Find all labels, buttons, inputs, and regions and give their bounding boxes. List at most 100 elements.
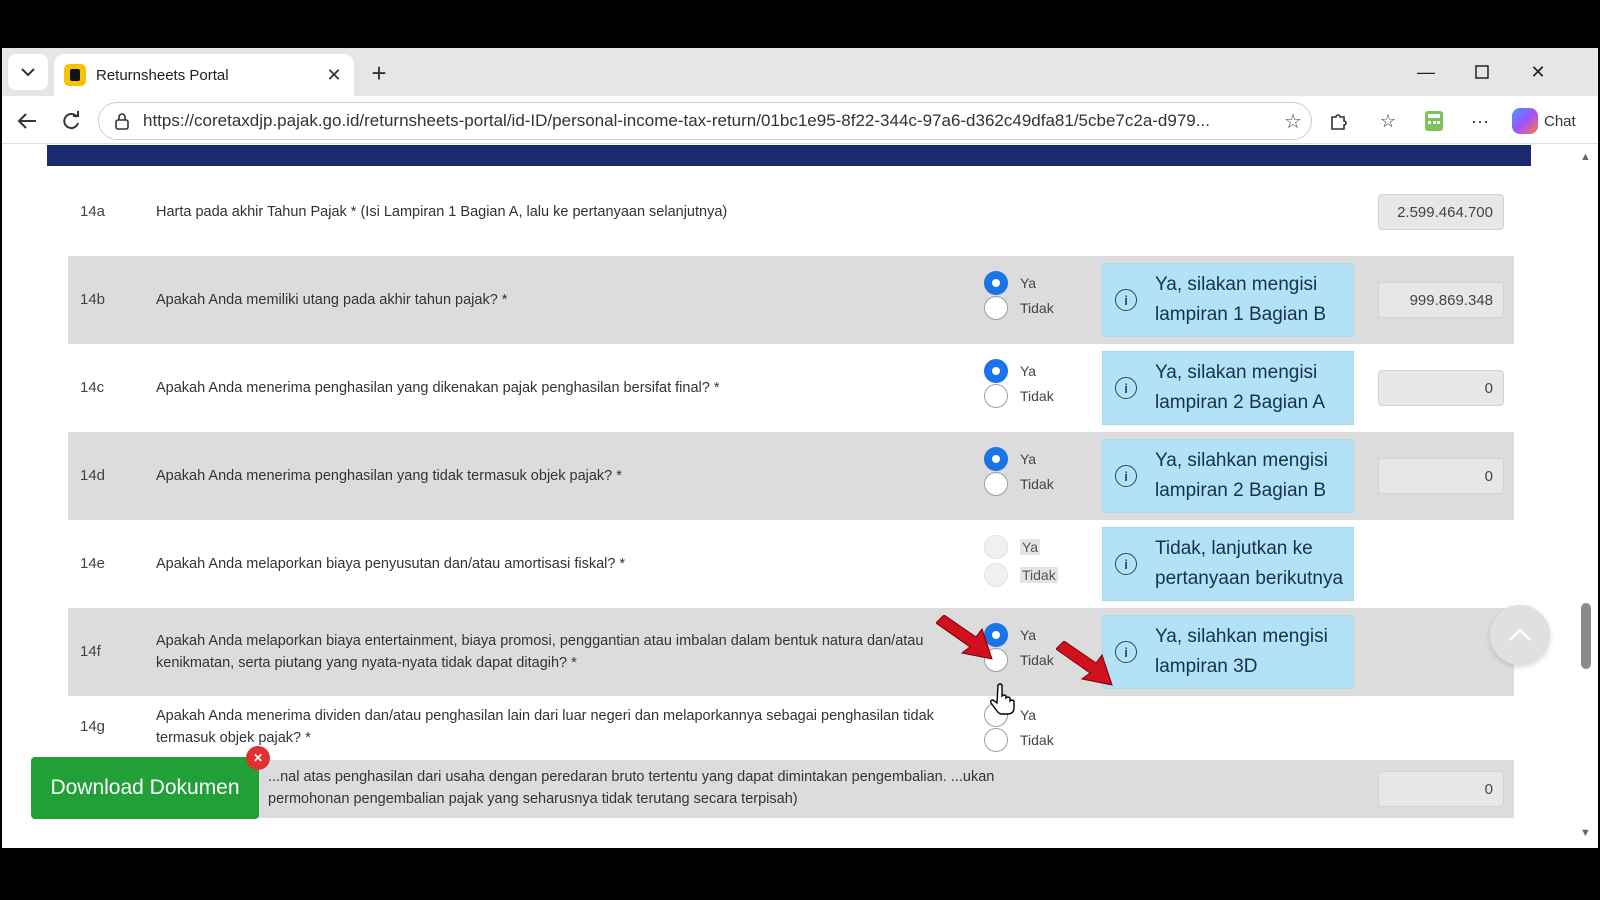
- radio-yes-label: Ya: [1020, 362, 1037, 379]
- info-icon: i: [1115, 641, 1137, 663]
- radio-yes[interactable]: [984, 358, 1008, 383]
- row-question: Apakah Anda menerima penghasilan yang ti…: [156, 468, 622, 484]
- more-menu-icon[interactable]: ···: [1464, 106, 1496, 136]
- browser-tab[interactable]: Returnsheets Portal ✕: [54, 54, 354, 96]
- form-row-14b: 14b Apakah Anda memiliki utang pada akhi…: [68, 256, 1514, 344]
- row-number: 14d: [80, 467, 106, 484]
- favorite-star-icon[interactable]: ☆: [1275, 106, 1311, 136]
- amount-field[interactable]: 999.869.348: [1378, 282, 1504, 318]
- radio-no-label: Tidak: [1020, 651, 1054, 668]
- radio-no[interactable]: [984, 727, 1008, 752]
- row-question: Apakah Anda melaporkan biaya entertainme…: [156, 633, 924, 671]
- yes-no-radio-group: Ya Tidak: [984, 446, 1094, 496]
- amount-field[interactable]: 0: [1378, 458, 1504, 494]
- favorites-icon[interactable]: ☆: [1372, 106, 1404, 136]
- row-question: ...nal atas penghasilan dari usaha denga…: [268, 769, 995, 807]
- radio-yes[interactable]: [984, 534, 1008, 559]
- radio-yes-label: Ya: [1020, 450, 1037, 467]
- close-icon[interactable]: ✕: [246, 746, 270, 770]
- maximize-button[interactable]: [1454, 54, 1510, 90]
- scroll-up-arrow-icon[interactable]: ▲: [1580, 151, 1591, 163]
- copilot-chat-button[interactable]: Chat: [1512, 104, 1592, 138]
- info-text: Ya, silakan mengisi lampiran 1 Bagian B: [1155, 274, 1327, 325]
- row-number: 14f: [80, 643, 101, 660]
- radio-yes[interactable]: [984, 270, 1008, 295]
- radio-yes[interactable]: [984, 446, 1008, 471]
- url-text[interactable]: https://coretaxdjp.pajak.go.id/returnshe…: [143, 111, 1275, 131]
- tab-list-button[interactable]: [8, 54, 48, 90]
- radio-no-label: Tidak: [1020, 566, 1058, 583]
- page-viewport: 14a Harta pada akhir Tahun Pajak * (Isi …: [2, 145, 1598, 848]
- yes-no-radio-group: Ya Tidak: [984, 534, 1094, 587]
- lock-icon[interactable]: [111, 110, 133, 132]
- info-box: i Ya, silakan mengisi lampiran 1 Bagian …: [1102, 263, 1354, 337]
- tab-title: Returnsheets Portal: [96, 66, 229, 84]
- yes-no-radio-group: Ya Tidak: [984, 358, 1094, 408]
- row-number: 14b: [80, 291, 106, 308]
- radio-no-label: Tidak: [1020, 731, 1054, 748]
- info-text: Ya, silakan mengisi lampiran 2 Bagian A: [1155, 362, 1326, 413]
- minimize-button[interactable]: —: [1398, 54, 1454, 90]
- back-button[interactable]: [10, 104, 44, 138]
- yes-no-radio-group: Ya Tidak: [984, 270, 1094, 320]
- back-arrow-icon: [17, 113, 36, 129]
- form-row-14f: 14f Apakah Anda melaporkan biaya enterta…: [68, 608, 1514, 696]
- red-annotation-arrow-icon: [1056, 641, 1113, 686]
- radio-no[interactable]: [984, 562, 1008, 587]
- radio-no[interactable]: [984, 295, 1008, 320]
- info-icon: i: [1115, 289, 1137, 311]
- chevron-down-icon: [21, 68, 35, 77]
- scroll-down-arrow-icon[interactable]: ▼: [1580, 827, 1591, 839]
- amount-field[interactable]: 0: [1378, 370, 1504, 406]
- radio-no[interactable]: [984, 383, 1008, 408]
- radio-no-label: Tidak: [1020, 387, 1054, 404]
- row-number: 14a: [80, 203, 106, 220]
- site-favicon-icon: [64, 64, 86, 86]
- info-icon: i: [1115, 465, 1137, 487]
- scroll-thumb[interactable]: [1581, 603, 1591, 669]
- info-icon: i: [1115, 377, 1137, 399]
- radio-no-label: Tidak: [1020, 299, 1054, 316]
- info-box: i Ya, silakan mengisi lampiran 2 Bagian …: [1102, 351, 1354, 425]
- page-scrollbar[interactable]: ▲ ▼: [1572, 145, 1598, 848]
- close-window-button[interactable]: ✕: [1510, 54, 1566, 90]
- hand-cursor-icon: [990, 683, 1015, 715]
- tab-strip: Returnsheets Portal ✕ + — ✕: [2, 48, 1598, 96]
- scroll-to-top-button[interactable]: [1490, 605, 1550, 665]
- radio-no-label: Tidak: [1020, 475, 1054, 492]
- form-row-14d: 14d Apakah Anda menerima penghasilan yan…: [68, 432, 1514, 520]
- screen-frame: Returnsheets Portal ✕ + — ✕ https://core…: [0, 0, 1600, 900]
- info-box: i Ya, silahkan mengisi lampiran 3D: [1102, 615, 1354, 689]
- amount-field[interactable]: 2.599.464.700: [1378, 194, 1504, 230]
- download-document-button[interactable]: Download Dokumen: [31, 757, 259, 819]
- amount-field[interactable]: 0: [1378, 771, 1504, 807]
- red-annotation-arrow-icon: [936, 615, 993, 660]
- form-row-14c: 14c Apakah Anda menerima penghasilan yan…: [68, 344, 1514, 432]
- reload-button[interactable]: [54, 104, 88, 138]
- info-box: i Tidak, lanjutkan ke pertanyaan berikut…: [1102, 527, 1354, 601]
- chat-label: Chat: [1544, 112, 1576, 130]
- chevron-up-icon: [1509, 628, 1531, 641]
- copilot-icon: [1512, 108, 1538, 134]
- header-band: [47, 145, 1531, 166]
- extensions-icon[interactable]: [1322, 106, 1354, 136]
- form-row-14a: 14a Harta pada akhir Tahun Pajak * (Isi …: [68, 168, 1514, 256]
- radio-no[interactable]: [984, 471, 1008, 496]
- address-bar[interactable]: https://coretaxdjp.pajak.go.id/returnshe…: [98, 102, 1312, 140]
- radio-yes-label: Ya: [1020, 706, 1037, 723]
- info-box: i Ya, silahkan mengisi lampiran 2 Bagian…: [1102, 439, 1354, 513]
- row-question: Apakah Anda menerima dividen dan/atau pe…: [156, 708, 934, 746]
- row-question: Harta pada akhir Tahun Pajak * (Isi Lamp…: [156, 204, 728, 220]
- row-question: Apakah Anda melaporkan biaya penyusutan …: [156, 556, 626, 572]
- form-row-14e: 14e Apakah Anda melaporkan biaya penyusu…: [68, 520, 1514, 608]
- row-number: 14g: [80, 718, 106, 735]
- browser-window: Returnsheets Portal ✕ + — ✕ https://core…: [2, 48, 1598, 848]
- form-row-next: ...nal atas penghasilan dari usaha denga…: [68, 760, 1514, 818]
- close-tab-icon[interactable]: ✕: [320, 61, 348, 89]
- browser-toolbar: https://coretaxdjp.pajak.go.id/returnshe…: [2, 96, 1598, 144]
- maximize-icon: [1475, 65, 1489, 79]
- info-text: Ya, silahkan mengisi lampiran 2 Bagian B: [1155, 450, 1328, 501]
- calculator-extension-icon[interactable]: [1418, 106, 1450, 136]
- new-tab-button[interactable]: +: [362, 56, 396, 90]
- row-question: Apakah Anda memiliki utang pada akhir ta…: [156, 292, 508, 308]
